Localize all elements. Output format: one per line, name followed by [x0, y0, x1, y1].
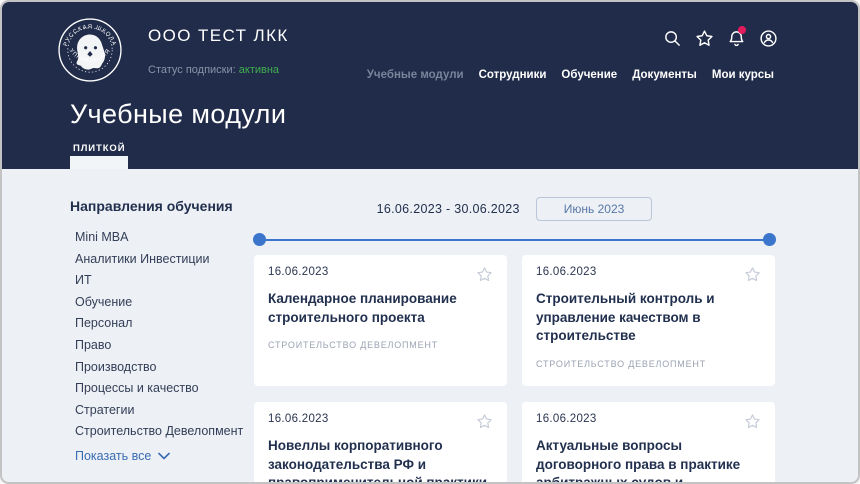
sidebar-item-training[interactable]: Обучение — [75, 292, 254, 314]
module-card[interactable]: 16.06.2023 Строительный контроль и управ… — [522, 255, 775, 386]
card-title: Новеллы корпоративного законодательства … — [268, 437, 493, 482]
tab-tiles-view[interactable]: плиткой — [73, 143, 125, 154]
sidebar-item-law[interactable]: Право — [75, 335, 254, 357]
nav-item-documents[interactable]: Документы — [632, 69, 697, 81]
date-range-slider[interactable] — [254, 233, 775, 247]
notification-dot — [738, 26, 746, 34]
profile-icon[interactable] — [758, 28, 778, 48]
show-all-link[interactable]: Показать все — [70, 449, 254, 463]
card-title: Актуальные вопросы договорного права в п… — [536, 437, 761, 482]
sidebar-list: Mini MBA Аналитики Инвестиции ИТ Обучени… — [70, 227, 254, 443]
page-title: Учебные модули — [70, 99, 286, 130]
modules-panel: 16.06.2023 - 30.06.2023 Июнь 2023 16.06.… — [254, 169, 775, 482]
module-cards-grid: 16.06.2023 Календарное планирование стро… — [254, 255, 775, 482]
sidebar-title: Направления обучения — [70, 198, 254, 214]
card-title: Строительный контроль и управление качес… — [536, 290, 761, 346]
logo[interactable]: РУССКАЯ ШКОЛА УПРАВЛЕНИЯ — [57, 17, 123, 83]
sidebar-item-it[interactable]: ИТ — [75, 270, 254, 292]
card-date: 16.06.2023 — [536, 266, 597, 278]
date-range-label: 16.06.2023 - 30.06.2023 — [377, 202, 520, 216]
favorite-star-icon[interactable] — [744, 266, 761, 283]
filter-row: 16.06.2023 - 30.06.2023 Июнь 2023 — [254, 197, 775, 221]
chevron-down-icon — [158, 452, 170, 460]
nav-item-training-modules[interactable]: Учебные модули — [367, 69, 464, 81]
module-card[interactable]: 16.06.2023 Актуальные вопросы договорног… — [522, 402, 775, 482]
sidebar-item-construction[interactable]: Строительство Девелопмент — [75, 421, 254, 443]
card-title: Календарное планирование строительного п… — [268, 290, 493, 327]
sidebar-training-directions: Направления обучения Mini MBA Аналитики … — [70, 198, 254, 463]
header-icons — [662, 28, 778, 48]
card-date: 16.06.2023 — [536, 413, 597, 425]
sidebar-item-strategies[interactable]: Стратегии — [75, 400, 254, 422]
favorite-star-icon[interactable] — [476, 266, 493, 283]
card-date: 16.06.2023 — [268, 413, 329, 425]
card-category: СТРОИТЕЛЬСТВО ДЕВЕЛОПМЕНТ — [536, 359, 761, 369]
module-card[interactable]: 16.06.2023 Календарное планирование стро… — [254, 255, 507, 386]
slider-handle-end[interactable] — [763, 233, 776, 246]
slider-track — [260, 239, 769, 241]
favorite-star-icon[interactable] — [744, 413, 761, 430]
nav-item-training[interactable]: Обучение — [561, 69, 617, 81]
favorites-star-icon[interactable] — [694, 28, 714, 48]
main-nav: Учебные модули Сотрудники Обучение Докум… — [367, 69, 774, 81]
month-button[interactable]: Июнь 2023 — [536, 197, 653, 221]
sidebar-item-processes[interactable]: Процессы и качество — [75, 378, 254, 400]
module-card[interactable]: 16.06.2023 Новеллы корпоративного законо… — [254, 402, 507, 482]
subscription-status-label: Статус подписки: — [148, 64, 236, 76]
favorite-star-icon[interactable] — [476, 413, 493, 430]
nav-item-employees[interactable]: Сотрудники — [479, 69, 547, 81]
card-date: 16.06.2023 — [268, 266, 329, 278]
notifications-bell-icon[interactable] — [726, 28, 746, 48]
search-icon[interactable] — [662, 28, 682, 48]
nav-item-my-courses[interactable]: Мои курсы — [712, 69, 774, 81]
header: РУССКАЯ ШКОЛА УПРАВЛЕНИЯ ООО ТЕСТ ЛКК Ст… — [2, 2, 858, 169]
subscription-status: Статус подписки: активна — [148, 64, 279, 76]
lion-emblem-icon: РУССКАЯ ШКОЛА УПРАВЛЕНИЯ — [57, 17, 123, 83]
show-all-label: Показать все — [75, 449, 151, 463]
content-area: Направления обучения Mini MBA Аналитики … — [2, 169, 858, 482]
tab-indicator — [70, 156, 128, 169]
card-category: СТРОИТЕЛЬСТВО ДЕВЕЛОПМЕНТ — [268, 340, 493, 350]
sidebar-item-mini-mba[interactable]: Mini MBA — [75, 227, 254, 249]
company-name: ООО ТЕСТ ЛКК — [148, 26, 289, 46]
app-window: РУССКАЯ ШКОЛА УПРАВЛЕНИЯ ООО ТЕСТ ЛКК Ст… — [0, 0, 860, 484]
sidebar-item-production[interactable]: Производство — [75, 357, 254, 379]
slider-handle-start[interactable] — [253, 233, 266, 246]
subscription-status-value: активна — [239, 64, 279, 76]
sidebar-item-personnel[interactable]: Персонал — [75, 313, 254, 335]
sidebar-item-analytics[interactable]: Аналитики Инвестиции — [75, 249, 254, 271]
